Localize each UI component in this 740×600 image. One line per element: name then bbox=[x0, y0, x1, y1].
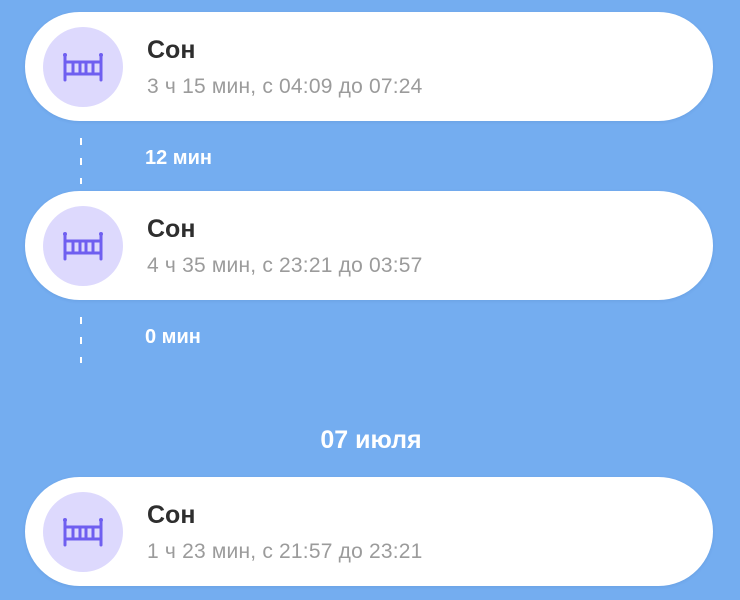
entry-title: Сон bbox=[147, 501, 196, 529]
sleep-entry-card[interactable]: Сон 1 ч 23 мин, с 21:57 до 23:21 bbox=[25, 477, 713, 586]
gap-indicator: 0 мин bbox=[0, 309, 740, 369]
sleep-entry-card[interactable]: Сон 3 ч 15 мин, с 04:09 до 07:24 bbox=[25, 12, 713, 121]
crib-icon bbox=[43, 27, 123, 107]
sleep-entry-card[interactable]: Сон 4 ч 35 мин, с 23:21 до 03:57 bbox=[25, 191, 713, 300]
entry-duration: 4 ч 35 мин, с 23:21 до 03:57 bbox=[147, 254, 423, 277]
gap-duration-label: 0 мин bbox=[145, 326, 201, 348]
crib-icon bbox=[43, 492, 123, 572]
timeline-dashed-line bbox=[80, 317, 82, 363]
entry-duration: 1 ч 23 мин, с 21:57 до 23:21 bbox=[147, 540, 423, 563]
crib-icon bbox=[43, 206, 123, 286]
date-section-header: 07 июля bbox=[320, 426, 422, 454]
gap-indicator: 12 мин bbox=[0, 130, 740, 190]
entry-title: Сон bbox=[147, 215, 196, 243]
gap-duration-label: 12 мин bbox=[145, 147, 212, 169]
entry-title: Сон bbox=[147, 36, 196, 64]
entry-duration: 3 ч 15 мин, с 04:09 до 07:24 bbox=[147, 75, 423, 98]
timeline-dashed-line bbox=[80, 138, 82, 184]
